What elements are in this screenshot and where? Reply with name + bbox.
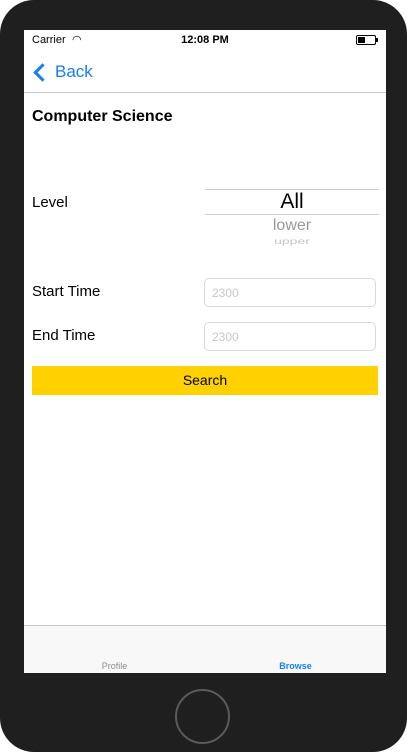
level-picker[interactable]: All lower upper (205, 170, 379, 250)
tab-browse-label: Browse (279, 661, 312, 671)
home-button[interactable] (175, 689, 230, 744)
status-bar: Carrier ◠ 12:08 PM (24, 30, 386, 50)
status-time: 12:08 PM (181, 34, 229, 46)
level-label: Level (32, 194, 68, 211)
end-time-input[interactable] (204, 322, 376, 351)
picker-bottom-divider (205, 214, 379, 215)
picker-selected-option[interactable]: All (205, 190, 379, 214)
tab-bar: Profile Browse (24, 625, 386, 673)
device-frame: Carrier ◠ 12:08 PM Back Computer Science… (0, 0, 407, 752)
screen: Carrier ◠ 12:08 PM Back Computer Science… (24, 30, 386, 673)
picker-option-lower[interactable]: lower (205, 217, 379, 235)
end-time-label: End Time (32, 327, 96, 344)
battery-level (358, 37, 365, 43)
tab-profile-label: Profile (101, 661, 128, 671)
picker-option-upper[interactable]: upper (205, 236, 379, 246)
tab-browse[interactable]: Browse (205, 626, 386, 673)
tab-profile[interactable]: Profile (24, 626, 205, 673)
battery-icon (356, 35, 378, 45)
back-button[interactable]: Back (32, 58, 93, 86)
page-title: Computer Science (32, 108, 173, 125)
back-button-label: Back (55, 62, 93, 81)
battery-tip (376, 38, 378, 42)
chevron-left-icon (33, 62, 52, 82)
search-button[interactable]: Search (32, 366, 378, 395)
navigation-bar: Back (24, 50, 386, 93)
start-time-input[interactable] (204, 278, 376, 307)
start-time-label: Start Time (32, 283, 101, 300)
